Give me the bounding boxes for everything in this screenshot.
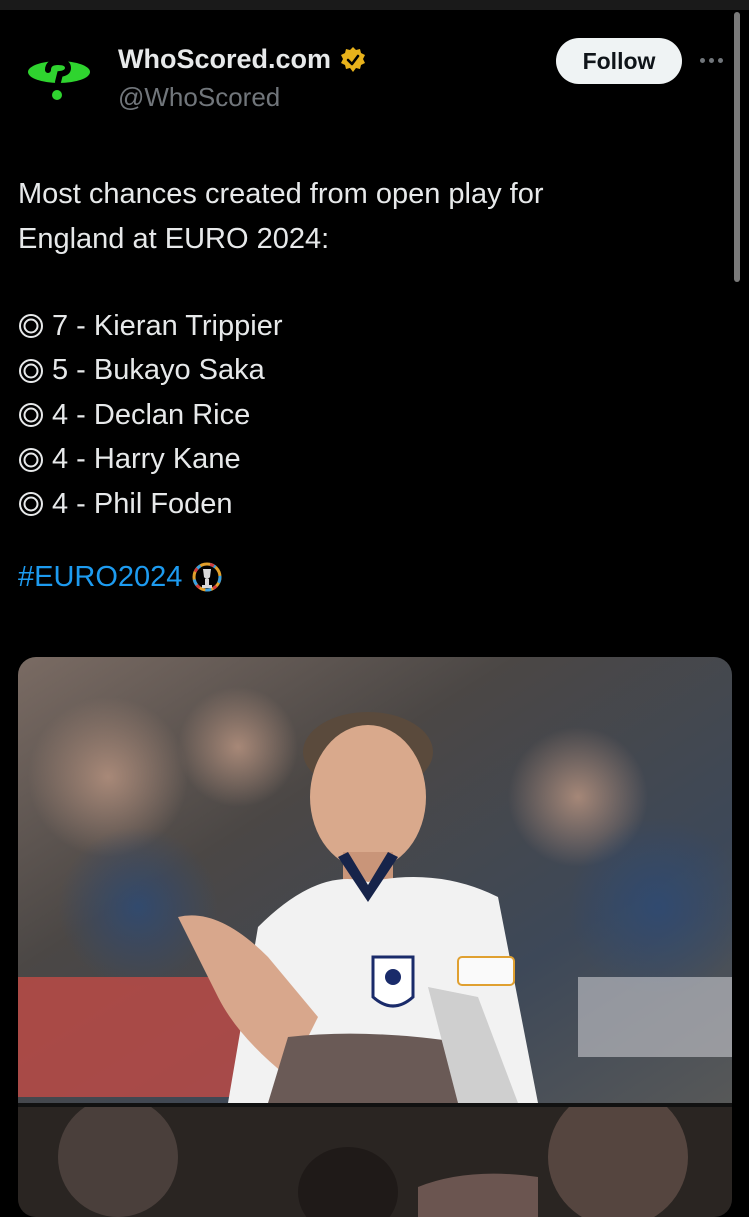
euro-trophy-icon bbox=[192, 562, 222, 592]
handle[interactable]: @WhoScored bbox=[118, 82, 280, 113]
tweet-text: Most chances created from open play for … bbox=[18, 172, 728, 600]
intro-line-1: Most chances created from open play for bbox=[18, 178, 544, 210]
name-row: WhoScored.com bbox=[118, 44, 367, 75]
player-photo[interactable] bbox=[18, 1107, 732, 1217]
list-item: 4 - Harry Kane bbox=[18, 438, 728, 483]
list-item-text: 4 - Harry Kane bbox=[52, 443, 241, 476]
double-circle-icon bbox=[19, 314, 43, 339]
hashtag-line: #EURO2024 bbox=[18, 555, 728, 600]
double-circle-icon bbox=[19, 447, 43, 472]
double-circle-icon bbox=[19, 403, 43, 428]
list-item: 4 - Phil Foden bbox=[18, 482, 728, 527]
tweet-header: WhoScored.com @WhoScored Follow bbox=[0, 30, 749, 120]
list-item: 7 - Kieran Trippier bbox=[18, 304, 728, 349]
whoscored-logo-icon[interactable] bbox=[24, 46, 94, 116]
list-item: 5 - Bukayo Saka bbox=[18, 349, 728, 394]
intro-line-2: England at EURO 2024: bbox=[18, 223, 330, 255]
hashtag-link[interactable]: #EURO2024 bbox=[18, 555, 182, 600]
list-item: 4 - Declan Rice bbox=[18, 393, 728, 438]
list-item-text: 5 - Bukayo Saka bbox=[52, 354, 265, 387]
top-bar bbox=[0, 0, 749, 10]
list-item-text: 4 - Declan Rice bbox=[52, 398, 251, 431]
list-item-text: 7 - Kieran Trippier bbox=[52, 309, 283, 342]
display-name[interactable]: WhoScored.com bbox=[118, 44, 331, 75]
list-item-text: 4 - Phil Foden bbox=[52, 487, 233, 520]
player-clapping-photo[interactable] bbox=[18, 657, 732, 1103]
verified-badge-icon[interactable] bbox=[339, 46, 367, 74]
double-circle-icon bbox=[19, 358, 43, 383]
follow-button[interactable]: Follow bbox=[556, 38, 682, 84]
tweet-media[interactable] bbox=[18, 657, 732, 1217]
more-options-icon[interactable] bbox=[700, 52, 728, 68]
double-circle-icon bbox=[19, 492, 43, 517]
